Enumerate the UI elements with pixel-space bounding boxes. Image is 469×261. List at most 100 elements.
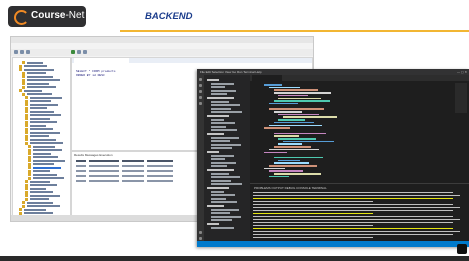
tree-item-label xyxy=(27,82,49,85)
open-button[interactable] xyxy=(20,50,24,54)
code-editor[interactable] xyxy=(250,75,469,183)
query-text[interactable]: SELECT * FROM products ORDER BY id DESC xyxy=(76,70,116,78)
file-item[interactable] xyxy=(211,179,231,182)
file-explorer[interactable] xyxy=(204,75,250,247)
settings-gear-icon[interactable] xyxy=(199,237,202,240)
debug-button[interactable] xyxy=(77,50,81,54)
new-query-button[interactable] xyxy=(14,50,18,54)
tree-item-label xyxy=(33,163,54,165)
file-item[interactable] xyxy=(211,194,235,197)
run-debug-icon[interactable] xyxy=(199,96,202,99)
tree-item-label xyxy=(30,184,57,186)
code-line xyxy=(273,162,309,164)
file-item[interactable] xyxy=(211,129,237,132)
file-item[interactable] xyxy=(211,176,240,179)
file-item[interactable] xyxy=(211,136,239,139)
results-row[interactable] xyxy=(76,180,176,184)
code-line xyxy=(273,146,311,148)
sql-titlebar[interactable] xyxy=(11,37,313,43)
results-cell xyxy=(89,170,119,173)
tree-item-label xyxy=(33,166,61,169)
file-item[interactable] xyxy=(211,154,234,157)
editor-tab[interactable] xyxy=(252,75,282,81)
vscode-menu[interactable]: File Edit Selection View Go Run Terminal… xyxy=(200,70,262,74)
file-item[interactable] xyxy=(211,118,224,121)
file-item[interactable] xyxy=(211,140,230,143)
file-item[interactable] xyxy=(211,125,226,128)
tree-item-label xyxy=(33,173,57,176)
file-item[interactable] xyxy=(211,219,232,222)
object-explorer[interactable] xyxy=(12,57,71,219)
file-item[interactable] xyxy=(211,201,237,204)
sql-toolbar xyxy=(11,49,313,56)
tree-item-label xyxy=(33,149,62,151)
folder-item[interactable] xyxy=(207,205,224,207)
code-line xyxy=(268,86,300,89)
window-controls[interactable]: — ▢ ✕ xyxy=(457,70,467,74)
results-row[interactable] xyxy=(76,170,176,174)
tree-item-label xyxy=(27,86,56,88)
query-tab[interactable] xyxy=(74,58,129,63)
file-item[interactable] xyxy=(211,86,225,89)
save-button[interactable] xyxy=(26,50,30,54)
results-row[interactable] xyxy=(76,175,176,179)
file-item[interactable] xyxy=(211,215,241,218)
terminal-line xyxy=(253,237,373,239)
folder-item[interactable] xyxy=(207,133,224,135)
results-header-row[interactable] xyxy=(76,160,176,164)
file-item[interactable] xyxy=(211,89,236,92)
account-icon[interactable] xyxy=(199,231,202,234)
file-item[interactable] xyxy=(211,111,242,114)
file-item[interactable] xyxy=(211,104,240,107)
folder-item[interactable] xyxy=(207,187,229,189)
results-row[interactable] xyxy=(76,165,176,169)
folder-item[interactable] xyxy=(207,115,229,117)
file-item[interactable] xyxy=(211,197,226,200)
tree-item-label xyxy=(27,61,43,64)
tree-item-label xyxy=(30,103,58,106)
search-icon[interactable] xyxy=(199,84,202,87)
file-item[interactable] xyxy=(211,208,239,211)
file-item[interactable] xyxy=(211,82,234,85)
file-item[interactable] xyxy=(211,147,232,150)
source-control-icon[interactable] xyxy=(199,90,202,93)
file-item[interactable] xyxy=(211,158,225,161)
code-line xyxy=(264,84,282,86)
results-cell xyxy=(147,165,173,168)
file-item[interactable] xyxy=(211,226,234,229)
execute-button[interactable] xyxy=(71,50,75,54)
terminal-panel[interactable]: PROBLEMS OUTPUT DEBUG CONSOLE TERMINAL xyxy=(250,183,469,242)
results-tabs[interactable]: Results Messages Execution xyxy=(74,153,113,157)
folder-item[interactable] xyxy=(207,151,219,153)
folder-item[interactable] xyxy=(207,169,234,171)
file-item[interactable] xyxy=(211,107,231,110)
code-line xyxy=(278,113,320,116)
file-item[interactable] xyxy=(211,122,235,125)
file-item[interactable] xyxy=(211,190,224,193)
panel-tabs[interactable]: PROBLEMS OUTPUT DEBUG CONSOLE TERMINAL xyxy=(254,186,327,190)
file-item[interactable] xyxy=(211,212,230,215)
folder-item[interactable] xyxy=(207,79,219,81)
parse-button[interactable] xyxy=(83,50,87,54)
code-line xyxy=(283,116,338,118)
explorer-icon[interactable] xyxy=(199,78,202,81)
code-line xyxy=(268,165,317,167)
results-cell xyxy=(76,170,86,173)
file-item[interactable] xyxy=(211,172,229,175)
file-item[interactable] xyxy=(211,165,227,168)
file-item[interactable] xyxy=(211,143,241,146)
minimap[interactable] xyxy=(455,83,467,113)
folder-item[interactable] xyxy=(207,223,219,225)
results-cell xyxy=(89,165,119,168)
sql-menu-bar[interactable] xyxy=(13,44,311,48)
file-item[interactable] xyxy=(211,183,242,186)
file-item[interactable] xyxy=(211,161,236,164)
tree-item-label xyxy=(30,187,46,190)
file-item[interactable] xyxy=(211,93,227,96)
folder-item[interactable] xyxy=(207,97,234,99)
results-cell xyxy=(122,170,144,173)
code-line xyxy=(273,156,323,159)
extensions-icon[interactable] xyxy=(199,102,202,105)
code-line xyxy=(268,170,303,172)
file-item[interactable] xyxy=(211,100,229,103)
